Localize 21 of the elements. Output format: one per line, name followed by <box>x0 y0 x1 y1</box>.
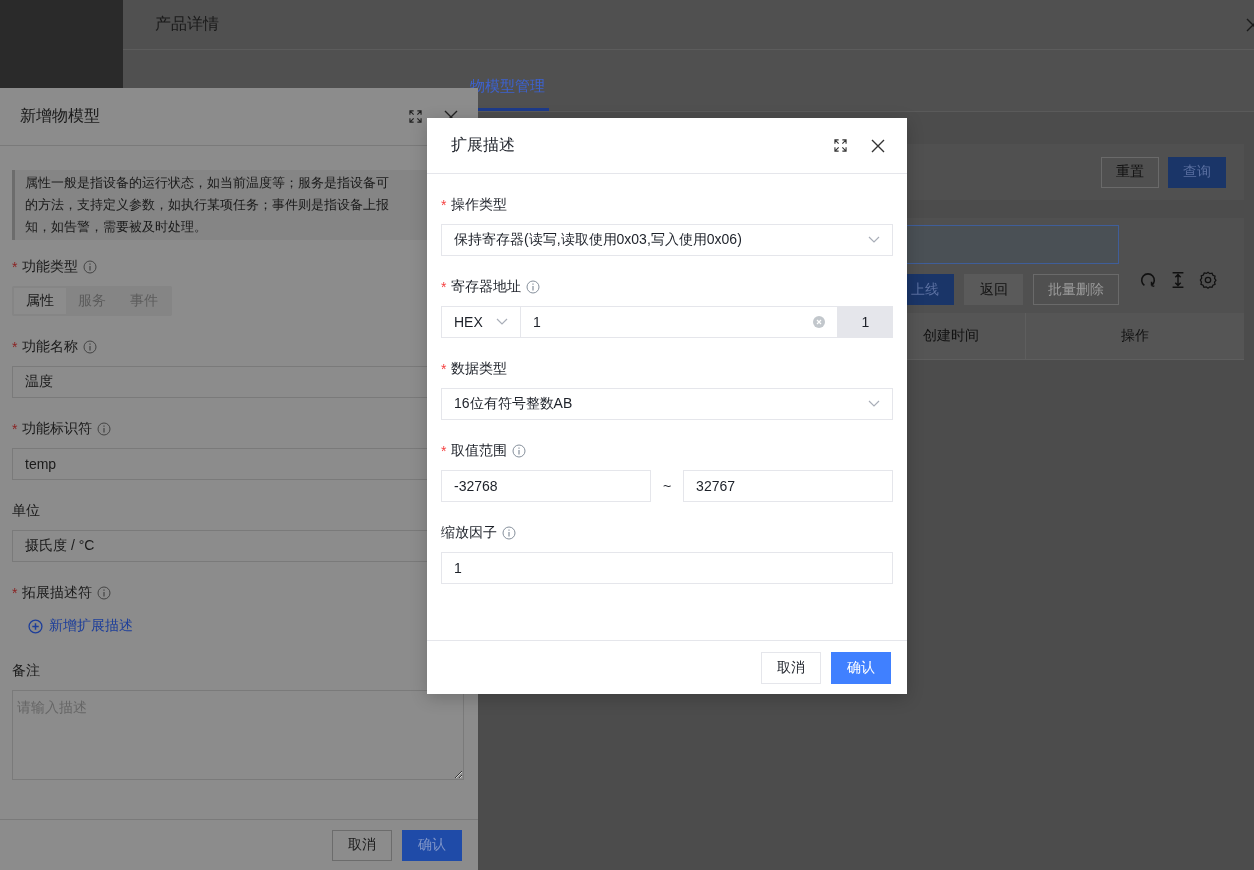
field-label: 功能类型 <box>22 258 79 276</box>
required-mark: * <box>12 421 18 437</box>
field-label: 寄存器地址 <box>451 278 522 296</box>
field-label: 备注 <box>12 662 40 680</box>
required-mark: * <box>12 259 18 275</box>
field-label: 功能名称 <box>22 338 79 356</box>
address-addon: 1 <box>838 306 893 338</box>
modal-title: 扩展描述 <box>451 135 516 155</box>
required-mark: * <box>441 279 447 295</box>
drawer-title: 新增物模型 <box>20 106 101 126</box>
field-label: 功能标识符 <box>22 420 93 438</box>
range-separator: ~ <box>662 478 672 494</box>
description-text: 知，如告警，需要被及时处理。 <box>25 219 207 236</box>
required-mark: * <box>12 585 18 601</box>
field-label: 拓展描述符 <box>22 584 93 602</box>
required-mark: * <box>12 339 18 355</box>
field-label: 操作类型 <box>451 196 508 214</box>
description-text: 的方法，支持定义参数，如执行某项任务；事件则是指设备上报 <box>25 197 389 214</box>
required-mark: * <box>441 197 447 213</box>
field-label: 单位 <box>12 502 40 520</box>
column-header: 操作 <box>1120 326 1150 345</box>
